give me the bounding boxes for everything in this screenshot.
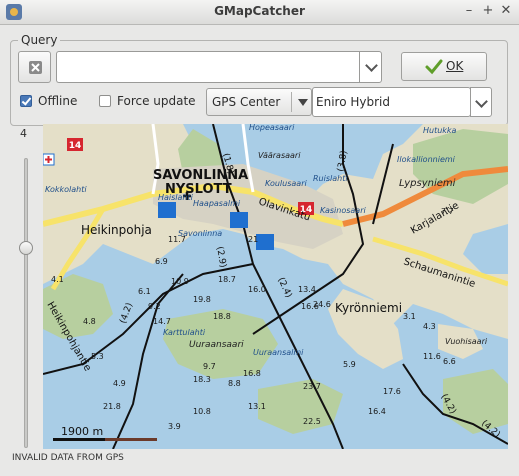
area-label: Uuraansaari	[189, 340, 244, 350]
map-source-value: Eniro Hybrid	[316, 95, 390, 109]
depth-sounding: 18.3	[193, 375, 211, 384]
depth-sounding: 22.5	[303, 417, 321, 426]
clear-query-button[interactable]	[18, 51, 51, 83]
chevron-down-icon	[475, 95, 488, 108]
area-label: Karttulahti	[163, 328, 206, 337]
depth-sounding: 18.7	[218, 275, 236, 284]
depth-sounding: 21	[248, 235, 258, 244]
depth-sounding: 18.8	[213, 312, 231, 321]
depth-sounding: 4.8	[83, 317, 96, 326]
maximize-icon[interactable]: +	[480, 3, 496, 19]
depth-sounding: 9.2	[148, 302, 161, 311]
zoom-level-label: 4	[20, 127, 27, 140]
area-label: Kokkolahti	[45, 185, 87, 194]
depth-sounding: 16.4	[368, 407, 386, 416]
depth-sounding: 14.7	[153, 317, 171, 326]
depth-sounding: 10.9	[171, 277, 189, 286]
check-icon	[425, 59, 443, 75]
depth-sounding: 11.6	[423, 352, 441, 361]
area-label: Haapasalmi	[193, 199, 241, 208]
query-frame-label: Query	[18, 33, 61, 47]
zoom-slider-handle[interactable]	[19, 241, 33, 255]
depth-sounding: 8.8	[228, 379, 241, 388]
chevron-down-icon	[365, 59, 378, 72]
scale-bar-segment	[105, 438, 157, 441]
zoom-slider[interactable]	[24, 158, 28, 448]
ferry-icon	[256, 234, 274, 250]
area-label: Väärasaari	[258, 151, 301, 160]
scale-label: 1900 m	[61, 425, 103, 438]
district-label: Lypsyniemi	[399, 178, 456, 189]
depth-sounding: 16.8	[243, 369, 261, 378]
depth-sounding: 19.8	[193, 295, 211, 304]
depth-sounding: 10.8	[193, 407, 211, 416]
title-bar: GMapCatcher – + ✕	[0, 0, 519, 25]
area-label: Vuohisaari	[445, 337, 488, 346]
depth-sounding: 23.7	[303, 382, 321, 391]
depth-sounding: 5.9	[343, 360, 356, 369]
depth-sounding: 13.4	[298, 285, 316, 294]
district-label: Heikinpohja	[81, 223, 152, 237]
window-title: GMapCatcher	[214, 4, 305, 18]
district-label: Kyrönniemi	[335, 301, 402, 315]
map-canvas[interactable]: 14 14 SAVONLINNA NYSLOTT Heikinpohja Kyr…	[43, 124, 508, 449]
area-label: Hopeasaari	[249, 124, 295, 132]
area-label: Kasinosaari	[320, 206, 366, 215]
area-label: Koulusaari	[265, 179, 307, 188]
area-label: Uuraansalmi	[253, 348, 304, 357]
gps-mode-select[interactable]: GPS Center	[206, 88, 312, 116]
depth-sounding: 11.7	[168, 235, 186, 244]
map-source-dropdown-button[interactable]	[470, 87, 492, 117]
minimize-icon[interactable]: –	[461, 3, 477, 19]
area-label: Hutukka	[423, 126, 457, 135]
depth-sounding: 4.9	[113, 379, 126, 388]
depth-sounding: 6.6	[443, 357, 456, 366]
depth-sounding: 7.7	[441, 207, 454, 216]
depth-sounding: 4.3	[423, 322, 436, 331]
depth-sounding: 16.0	[248, 285, 266, 294]
force-update-checkbox[interactable]	[99, 95, 111, 107]
depth-sounding: 21.8	[103, 402, 121, 411]
depth-sounding: 3.1	[403, 312, 416, 321]
depth-sounding: 3.9	[168, 422, 181, 431]
area-label: Ruislahti	[313, 174, 348, 183]
dropdown-arrow-icon	[298, 99, 308, 106]
depth-sounding: 24.6	[313, 300, 331, 309]
ok-button[interactable]: OK	[401, 52, 487, 81]
close-icon[interactable]: ✕	[498, 3, 514, 19]
offline-label: Offline	[38, 94, 78, 108]
force-update-label: Force update	[117, 94, 196, 108]
road-number: 14	[69, 141, 82, 151]
ferry-icon	[158, 202, 176, 218]
area-label: Haislahti	[158, 193, 194, 202]
depth-sounding: 6.9	[155, 257, 168, 266]
depth-sounding: 5.3	[91, 352, 104, 361]
status-text: INVALID DATA FROM GPS	[12, 453, 124, 463]
offline-checkbox[interactable]	[20, 95, 32, 107]
depth-sounding: 17.6	[383, 387, 401, 396]
gps-mode-value: GPS Center	[212, 95, 281, 109]
depth-sounding: 4.1	[51, 275, 64, 284]
depth-sounding: 9.7	[203, 362, 216, 371]
depth-sounding: 13.1	[248, 402, 266, 411]
area-label: Ilokallionniemi	[397, 155, 456, 164]
clear-icon	[29, 61, 42, 74]
search-history-dropdown[interactable]	[359, 51, 382, 83]
depth-sounding: 6.1	[138, 287, 151, 296]
search-input[interactable]	[56, 51, 360, 83]
map-source-select[interactable]: Eniro Hybrid	[312, 87, 471, 117]
ferry-icon	[230, 212, 248, 228]
map-view[interactable]: 14 14 SAVONLINNA NYSLOTT Heikinpohja Kyr…	[43, 124, 508, 449]
ok-label: OK	[446, 59, 464, 73]
